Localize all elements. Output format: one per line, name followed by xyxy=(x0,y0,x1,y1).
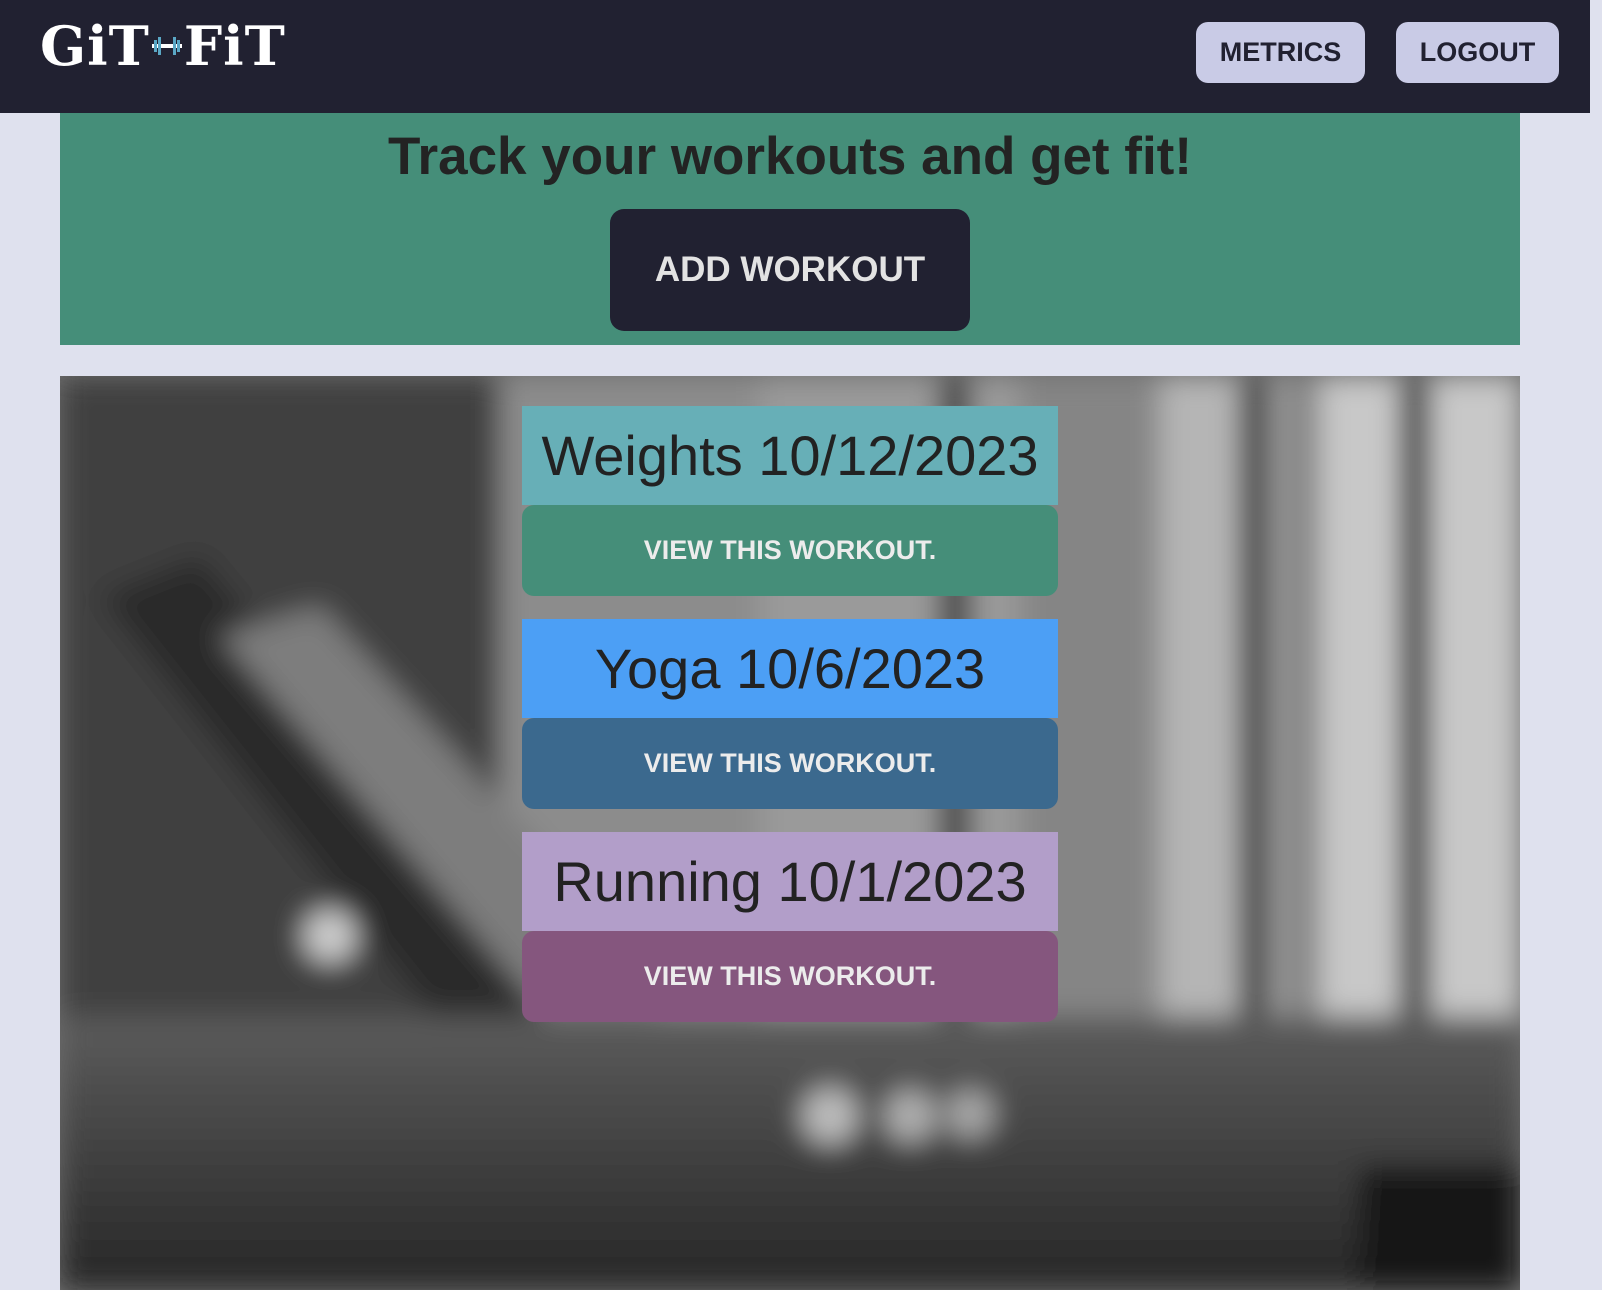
top-navbar: GiT FiT METRICS LOGOUT xyxy=(0,0,1590,113)
hero-title: Track your workouts and get fit! xyxy=(388,127,1192,186)
workout-card: Weights 10/12/2023 VIEW THIS WORKOUT. xyxy=(522,406,1058,596)
logout-button[interactable]: LOGOUT xyxy=(1396,22,1559,83)
hero-banner: Track your workouts and get fit! ADD WOR… xyxy=(60,113,1520,345)
view-workout-button[interactable]: VIEW THIS WORKOUT. xyxy=(522,718,1058,809)
metrics-button[interactable]: METRICS xyxy=(1196,22,1365,83)
workouts-panel: Weights 10/12/2023 VIEW THIS WORKOUT. Yo… xyxy=(60,376,1520,1290)
view-workout-button[interactable]: VIEW THIS WORKOUT. xyxy=(522,931,1058,1022)
view-workout-button[interactable]: VIEW THIS WORKOUT. xyxy=(522,505,1058,596)
workout-card: Running 10/1/2023 VIEW THIS WORKOUT. xyxy=(522,832,1058,1022)
logo-text-right: FiT xyxy=(183,14,286,78)
workout-card-title: Weights 10/12/2023 xyxy=(522,406,1058,505)
logo-text-left: GiT xyxy=(40,14,150,78)
workout-card: Yoga 10/6/2023 VIEW THIS WORKOUT. xyxy=(522,619,1058,809)
gitfit-logo[interactable]: GiT FiT xyxy=(40,14,286,78)
dumbbell-icon xyxy=(151,14,182,78)
add-workout-button[interactable]: ADD WORKOUT xyxy=(610,209,970,331)
workout-card-title: Yoga 10/6/2023 xyxy=(522,619,1058,718)
page-scrollbar[interactable] xyxy=(1590,0,1602,1290)
workout-card-title: Running 10/1/2023 xyxy=(522,832,1058,931)
